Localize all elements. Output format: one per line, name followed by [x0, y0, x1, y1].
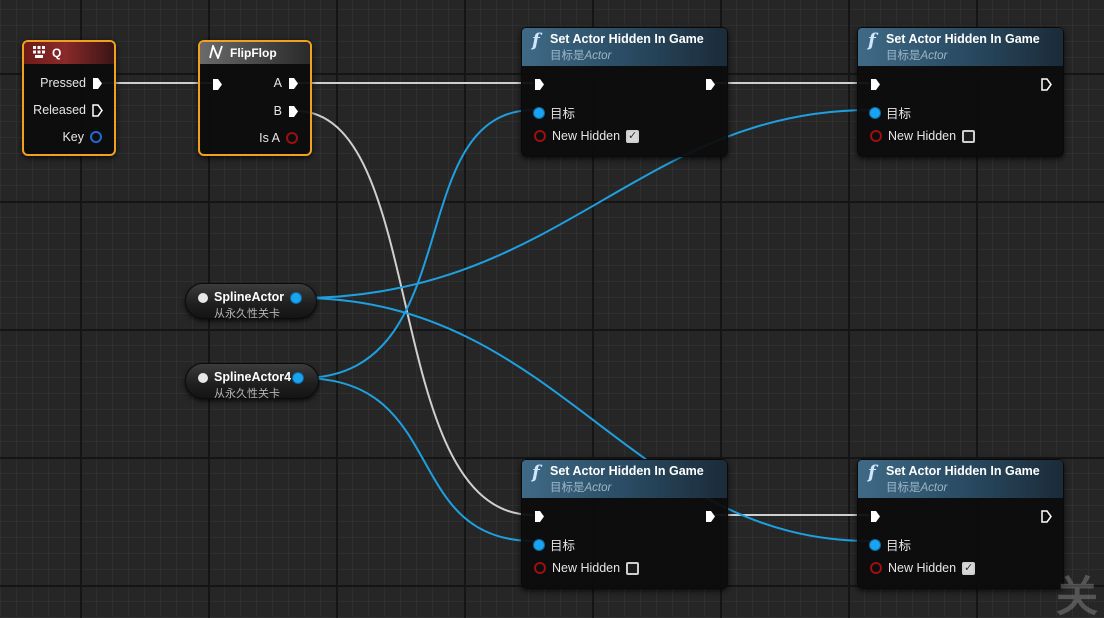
flipflop-icon [208, 42, 224, 62]
function-node-header: f Set Actor Hidden In Game 目标是Actor [858, 460, 1063, 498]
pin-row-new-hidden: New Hidden ✓ [534, 129, 640, 143]
actor-reference-icon [198, 373, 208, 383]
pin-row-target: 目标 [534, 103, 575, 122]
pin-label-new-hidden: New Hidden [552, 561, 621, 575]
function-subtitle: 目标是Actor [886, 49, 948, 62]
variable-node-spline-actor[interactable]: SplineActor 从永久性关卡 [185, 283, 317, 320]
pin-label-target: 目标 [886, 539, 912, 553]
function-node-header: f Set Actor Hidden In Game 目标是Actor [522, 460, 727, 498]
new-hidden-checkbox[interactable] [962, 129, 976, 143]
function-subtitle: 目标是Actor [550, 481, 612, 494]
pin-row-new-hidden: New Hidden [870, 129, 976, 143]
object-in-pin-target[interactable] [870, 539, 880, 550]
event-node-q[interactable]: Q Pressed Released Key [22, 40, 116, 156]
new-hidden-checkbox[interactable] [626, 561, 640, 575]
variable-node-spline-actor4[interactable]: SplineActor4 从永久性关卡 [185, 363, 319, 400]
new-hidden-checkbox[interactable]: ✓ [962, 561, 976, 575]
function-subtitle: 目标是Actor [886, 481, 948, 494]
function-title: Set Actor Hidden In Game [886, 31, 1040, 46]
pin-row-key: Key [62, 130, 102, 144]
exec-out-pin[interactable] [705, 510, 715, 522]
pin-row-target: 目标 [870, 103, 911, 122]
pin-label-target: 目标 [550, 107, 576, 121]
function-icon: f [868, 462, 876, 483]
function-node-header: f Set Actor Hidden In Game 目标是Actor [858, 28, 1063, 66]
function-icon: f [532, 30, 540, 51]
exec-out-pin-released[interactable] [92, 104, 103, 117]
object-in-pin-target[interactable] [534, 107, 544, 118]
pin-label-released: Released [33, 103, 86, 117]
exec-out-pin-a[interactable] [288, 77, 298, 89]
exec-in-pin[interactable] [534, 510, 544, 522]
exec-wire-b-to-set3 [295, 110, 534, 516]
blueprint-graph-canvas[interactable]: Q Pressed Released Key FlipFlop A B Is A… [0, 0, 1104, 618]
flipflop-node-header: FlipFlop [200, 42, 310, 64]
pin-row-b: B [274, 104, 298, 118]
pin-label-pressed: Pressed [40, 76, 86, 90]
object-wire-spline4-to-set1 [301, 109, 535, 379]
function-title: Set Actor Hidden In Game [550, 463, 704, 478]
bool-in-pin-new-hidden[interactable] [534, 130, 546, 142]
variable-subtitle: 从永久性关卡 [214, 308, 280, 320]
keyboard-icon [32, 45, 46, 62]
event-node-title: Q [52, 46, 62, 60]
set-actor-hidden-node-4[interactable]: f Set Actor Hidden In Game 目标是Actor 目标 N… [857, 459, 1064, 589]
function-node-header: f Set Actor Hidden In Game 目标是Actor [522, 28, 727, 66]
exec-in-pin-flipflop[interactable] [212, 78, 222, 90]
set-actor-hidden-node-1[interactable]: f Set Actor Hidden In Game 目标是Actor 目标 N… [521, 27, 728, 157]
set-actor-hidden-node-3[interactable]: f Set Actor Hidden In Game 目标是Actor 目标 N… [521, 459, 728, 589]
pin-label-new-hidden: New Hidden [552, 129, 621, 143]
function-icon: f [868, 30, 876, 51]
pin-label-target: 目标 [886, 107, 912, 121]
object-out-pin-spline-actor[interactable] [291, 293, 301, 303]
exec-in-pin[interactable] [870, 78, 880, 90]
pin-label-is-a: Is A [259, 131, 280, 145]
exec-out-pin-b[interactable] [288, 105, 298, 117]
bool-in-pin-new-hidden[interactable] [534, 562, 546, 574]
pin-label-target: 目标 [550, 539, 576, 553]
pin-label-new-hidden: New Hidden [888, 561, 957, 575]
actor-reference-icon [198, 293, 208, 303]
exec-in-pin[interactable] [534, 78, 544, 90]
function-icon: f [532, 462, 540, 483]
object-in-pin-target[interactable] [870, 107, 880, 118]
pin-row-new-hidden: New Hidden ✓ [870, 561, 976, 575]
corner-watermark-text: 关 [1055, 573, 1098, 618]
variable-name: SplineActor4 [214, 370, 292, 384]
pin-label-key: Key [62, 130, 84, 144]
exec-in-pin[interactable] [870, 510, 880, 522]
pin-row-target: 目标 [534, 535, 575, 554]
key-out-pin[interactable] [90, 131, 102, 143]
pin-label-b: B [273, 104, 282, 118]
function-subtitle: 目标是Actor [550, 49, 612, 62]
exec-out-pin[interactable] [705, 78, 715, 90]
object-wire-spline4-to-set3 [301, 377, 535, 542]
pin-label-new-hidden: New Hidden [888, 129, 957, 143]
object-in-pin-target[interactable] [534, 539, 544, 550]
object-out-pin-spline-actor4[interactable] [293, 373, 303, 383]
pin-label-a: A [273, 76, 282, 90]
bool-out-pin-is-a[interactable] [286, 132, 298, 144]
flipflop-node-title: FlipFlop [230, 46, 277, 60]
exec-out-pin[interactable] [1041, 510, 1052, 523]
flipflop-node[interactable]: FlipFlop A B Is A [198, 40, 312, 156]
exec-out-pin-pressed[interactable] [92, 77, 102, 89]
function-title: Set Actor Hidden In Game [886, 463, 1040, 478]
bool-in-pin-new-hidden[interactable] [870, 130, 882, 142]
bool-in-pin-new-hidden[interactable] [870, 562, 882, 574]
variable-name: SplineActor [214, 290, 285, 304]
variable-subtitle: 从永久性关卡 [214, 388, 280, 400]
pin-row-is-a: Is A [259, 131, 298, 145]
pin-row-released: Released [33, 103, 103, 117]
event-node-header: Q [24, 42, 114, 64]
exec-out-pin[interactable] [1041, 78, 1052, 91]
function-title: Set Actor Hidden In Game [550, 31, 704, 46]
new-hidden-checkbox[interactable]: ✓ [626, 129, 640, 143]
set-actor-hidden-node-2[interactable]: f Set Actor Hidden In Game 目标是Actor 目标 N… [857, 27, 1064, 157]
pin-row-a: A [274, 76, 298, 90]
pin-row-target: 目标 [870, 535, 911, 554]
pin-row-pressed: Pressed [40, 76, 102, 90]
pin-row-new-hidden: New Hidden [534, 561, 640, 575]
